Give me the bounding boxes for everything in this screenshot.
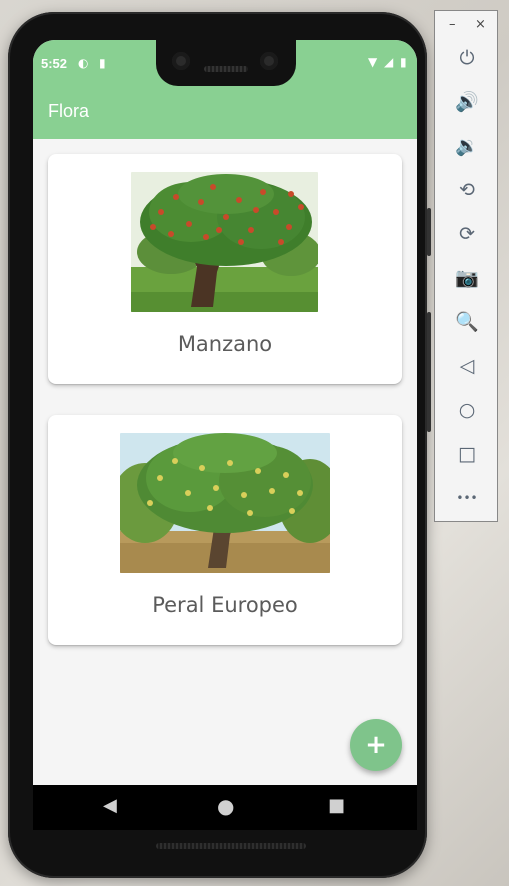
system-nav-bar: ◀ ● ■	[33, 785, 417, 830]
volume-down-icon[interactable]: 🔉	[453, 132, 481, 160]
phone-frame: 5:52 ◐ ▮ ▼ ◢ ▮ Flora Manzano Peral Europ…	[8, 12, 431, 878]
pear-tree-image	[120, 433, 330, 573]
minimize-icon[interactable]: –	[449, 17, 456, 32]
home-icon[interactable]: ○	[453, 396, 481, 424]
status-bar: 5:52 ◐ ▮ ▼ ◢ ▮	[33, 40, 417, 86]
rotate-right-icon[interactable]: ⟳	[453, 220, 481, 248]
camera-notch	[156, 40, 296, 86]
overview-icon[interactable]: □	[453, 440, 481, 468]
apple-tree-image	[131, 172, 318, 312]
battery-icon: ▮	[400, 55, 407, 69]
app-bar: Flora	[33, 86, 417, 139]
bottom-speaker-grille	[156, 843, 306, 849]
back-icon[interactable]: ◁	[453, 352, 481, 380]
nav-back-icon[interactable]: ◀	[103, 795, 117, 816]
phone-screen: 5:52 ◐ ▮ ▼ ◢ ▮ Flora Manzano Peral Europ…	[33, 40, 417, 830]
nav-home-icon[interactable]: ●	[217, 794, 234, 818]
add-icon: +	[365, 730, 387, 760]
app-title: Flora	[48, 101, 90, 121]
zoom-icon[interactable]: 🔍	[453, 308, 481, 336]
plant-name: Peral Europeo	[152, 593, 298, 617]
add-plant-button[interactable]: +	[350, 719, 402, 771]
plant-card-peral-europeo[interactable]: Peral Europeo	[48, 415, 402, 645]
plant-card-manzano[interactable]: Manzano	[48, 154, 402, 384]
volume-up-icon[interactable]: 🔊	[453, 88, 481, 116]
front-camera-icon	[172, 52, 190, 70]
earpiece-speaker	[204, 66, 248, 72]
plant-name: Manzano	[177, 332, 273, 356]
phone-side-button	[427, 208, 431, 256]
more-icon[interactable]: •••	[453, 484, 481, 512]
close-icon[interactable]: ×	[475, 17, 486, 32]
sync-icon: ◐	[78, 56, 89, 70]
camera-icon[interactable]: 📷	[453, 264, 481, 292]
rotate-left-icon[interactable]: ⟲	[453, 176, 481, 204]
phone-side-button	[427, 312, 431, 432]
front-camera-icon	[260, 52, 278, 70]
emulator-toolbar: – × ⏻ 🔊 🔉 ⟲ ⟳ 📷 🔍 ◁ ○ □ •••	[434, 10, 498, 522]
power-icon[interactable]: ⏻	[453, 44, 481, 72]
wifi-icon: ▼	[368, 55, 378, 69]
signal-icon: ◢	[384, 55, 394, 69]
sd-card-icon: ▮	[99, 56, 106, 70]
nav-recents-icon[interactable]: ■	[328, 795, 345, 816]
status-time: 5:52	[41, 56, 68, 71]
